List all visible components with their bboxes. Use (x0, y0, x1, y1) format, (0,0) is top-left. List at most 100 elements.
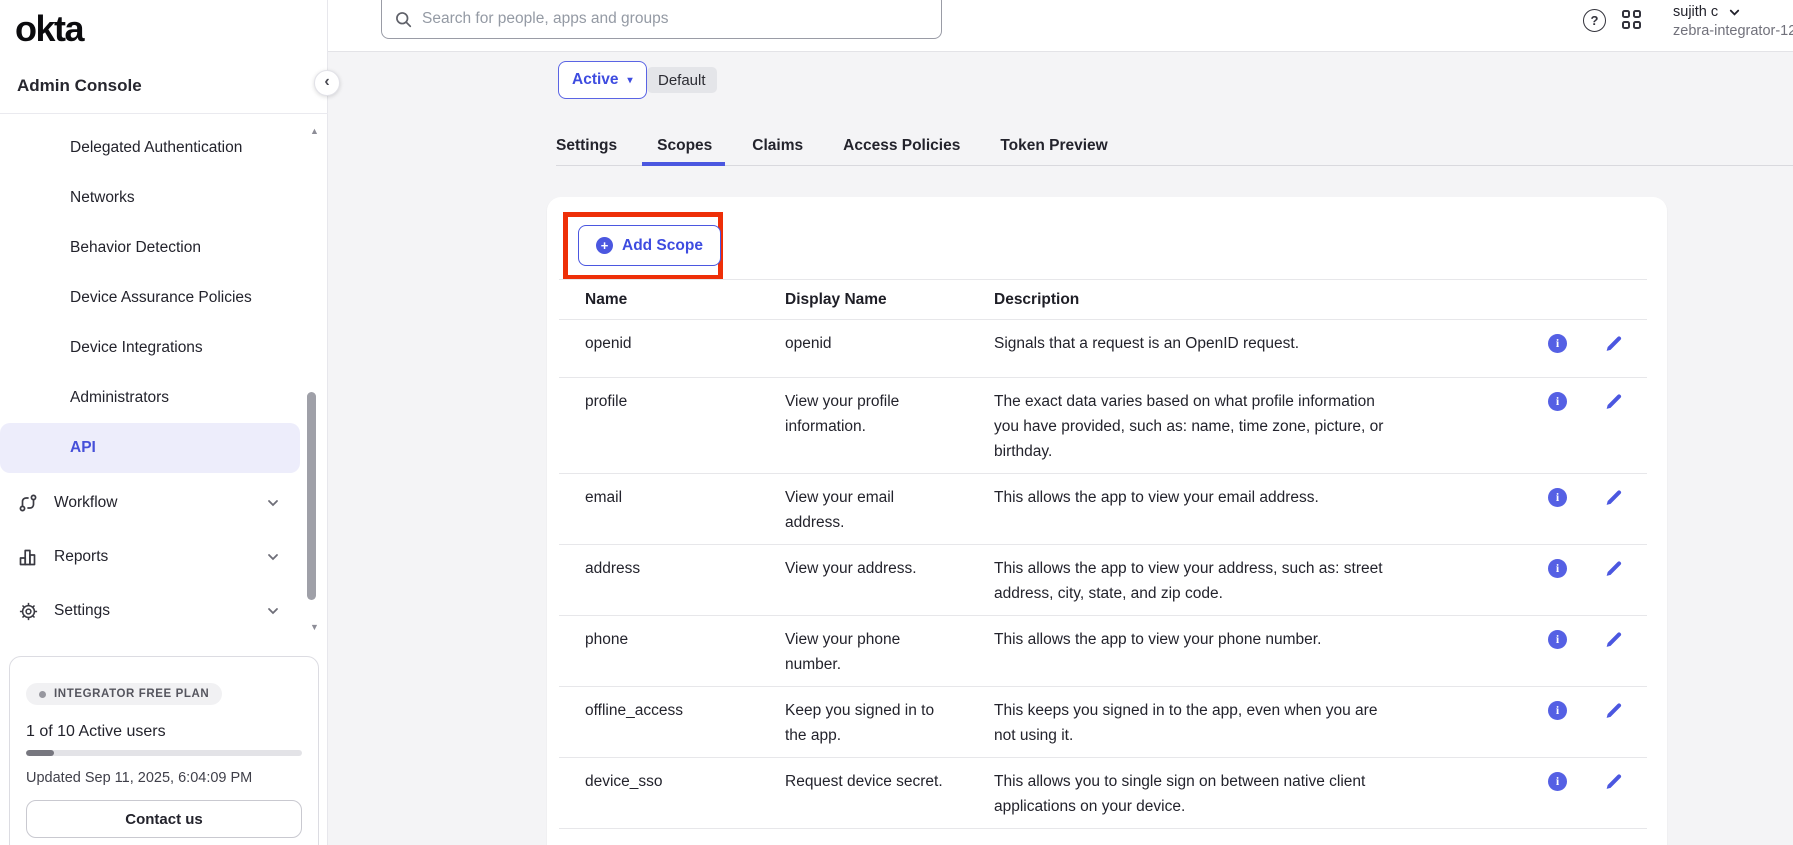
info-icon[interactable] (1548, 334, 1567, 353)
scope-display-name: View your address. (785, 560, 917, 577)
sidebar: okta Admin Console Delegated Authenticat… (0, 0, 328, 845)
table-row: address View your address. This allows t… (559, 545, 1647, 616)
tab-label: Token Preview (1000, 137, 1107, 155)
sidebar-item-label: Behavior Detection (70, 239, 201, 257)
table-row: offline_access Keep you signed in to the… (559, 687, 1647, 758)
sidebar-nav-item[interactable]: Administrators (0, 373, 328, 423)
scope-description: This allows the app to view your phone n… (994, 631, 1321, 648)
info-icon[interactable] (1548, 392, 1567, 411)
sidebar-item-label: Settings (54, 602, 110, 620)
info-icon[interactable] (1548, 701, 1567, 720)
chevron-down-icon (266, 604, 280, 618)
tab-label: Claims (752, 137, 803, 155)
scope-description: The exact data varies based on what prof… (994, 393, 1383, 460)
chevron-down-icon (1728, 6, 1741, 19)
add-scope-button[interactable]: Add Scope (578, 225, 721, 266)
tab-label: Settings (556, 137, 617, 155)
scope-description: This allows you to single sign on betwee… (994, 773, 1365, 815)
info-icon[interactable] (1548, 488, 1567, 507)
info-icon[interactable] (1548, 630, 1567, 649)
plan-card: INTEGRATOR FREE PLAN 1 of 10 Active user… (9, 656, 319, 845)
edit-pencil-icon[interactable] (1604, 334, 1623, 353)
sidebar-nav-item[interactable]: Delegated Authentication (0, 123, 328, 173)
scope-description: This allows the app to view your email a… (994, 489, 1319, 506)
tab-settings[interactable]: Settings (556, 126, 617, 165)
usage-updated-timestamp: Updated Sep 11, 2025, 6:04:09 PM (26, 770, 302, 786)
sidebar-item-reports[interactable]: Reports (0, 530, 328, 584)
edit-pencil-icon[interactable] (1604, 559, 1623, 578)
sidebar-nav-item[interactable]: Behavior Detection (0, 223, 328, 273)
tab-access-policies[interactable]: Access Policies (843, 126, 960, 165)
sidebar-nav-item[interactable]: API (0, 423, 300, 473)
tab-token-preview[interactable]: Token Preview (1000, 126, 1107, 165)
apps-grid-icon[interactable] (1622, 10, 1641, 29)
table-row: device_sso Request device secret. This a… (559, 758, 1647, 829)
scope-display-name: openid (785, 335, 832, 352)
search-input[interactable] (422, 10, 928, 28)
scope-display-name: View your phone number. (785, 631, 900, 673)
sidebar-item-settings[interactable]: Settings (0, 584, 328, 638)
scope-description: This keeps you signed in to the app, eve… (994, 702, 1377, 744)
scope-name: address (585, 560, 640, 577)
sidebar-item-label: Device Assurance Policies (70, 289, 252, 307)
topbar: sujith c zebra-integrator-12 (328, 0, 1793, 52)
sidebar-item-label: Workflow (54, 494, 117, 512)
sidebar-nav-item[interactable]: Device Assurance Policies (0, 273, 328, 323)
table-row: phone View your phone number. This allow… (559, 616, 1647, 687)
chevron-down-icon (266, 496, 280, 510)
info-icon[interactable] (1548, 772, 1567, 791)
tab-scopes[interactable]: Scopes (657, 126, 712, 165)
chevron-down-icon (266, 550, 280, 564)
okta-logo: okta (15, 8, 83, 50)
caret-down-icon: ▾ (628, 75, 633, 86)
status-label: Active (572, 71, 619, 89)
sidebar-item-label: Reports (54, 548, 108, 566)
edit-pencil-icon[interactable] (1604, 701, 1623, 720)
column-header-description: Description (994, 291, 1444, 309)
console-title: Admin Console (17, 76, 142, 96)
scopes-table: Name Display Name Description openid ope… (559, 279, 1647, 829)
column-header-name: Name (559, 291, 785, 309)
scope-display-name: Keep you signed in to the app. (785, 702, 934, 744)
plan-badge-label: INTEGRATOR FREE PLAN (54, 688, 209, 700)
sidebar-divider (0, 113, 328, 114)
table-row: profile View your profile information. T… (559, 378, 1647, 474)
user-menu[interactable]: sujith c zebra-integrator-12 (1673, 4, 1793, 39)
edit-pencil-icon[interactable] (1604, 772, 1623, 791)
default-badge: Default (647, 67, 717, 93)
contact-us-button[interactable]: Contact us (26, 800, 302, 838)
scope-name: offline_access (585, 702, 683, 719)
tab-label: Scopes (657, 137, 712, 155)
column-header-display-name: Display Name (785, 291, 994, 309)
sidebar-sections: Workflow Reports Settings (0, 476, 328, 638)
sidebar-item-label: Delegated Authentication (70, 139, 242, 157)
edit-pencil-icon[interactable] (1604, 630, 1623, 649)
table-row: openid openid Signals that a request is … (559, 320, 1647, 378)
help-icon[interactable] (1583, 9, 1606, 32)
scope-name: openid (585, 335, 632, 352)
edit-pencil-icon[interactable] (1604, 392, 1623, 411)
sidebar-item-label: Networks (70, 189, 135, 207)
workflow-icon (17, 492, 39, 514)
global-search[interactable] (381, 0, 942, 39)
sidebar-item-workflow[interactable]: Workflow (0, 476, 328, 530)
table-row: email View your email address. This allo… (559, 474, 1647, 545)
scope-description: This allows the app to view your address… (994, 560, 1383, 602)
tab-label: Access Policies (843, 137, 960, 155)
scope-name: device_sso (585, 773, 663, 790)
scope-display-name: View your email address. (785, 489, 894, 531)
org-name: zebra-integrator-12 (1673, 23, 1793, 39)
scroll-up-icon[interactable]: ▲ (310, 126, 319, 136)
scope-name: email (585, 489, 622, 506)
tab-claims[interactable]: Claims (752, 126, 803, 165)
sidebar-collapse-button[interactable] (314, 70, 340, 96)
usage-progress-fill (26, 750, 54, 756)
edit-pencil-icon[interactable] (1604, 488, 1623, 507)
gear-icon (17, 600, 39, 622)
sidebar-item-label: API (70, 439, 96, 457)
status-dropdown-button[interactable]: Active ▾ (558, 61, 647, 99)
sidebar-nav-item[interactable]: Device Integrations (0, 323, 328, 373)
info-icon[interactable] (1548, 559, 1567, 578)
plus-icon (596, 237, 613, 254)
sidebar-nav-item[interactable]: Networks (0, 173, 328, 223)
